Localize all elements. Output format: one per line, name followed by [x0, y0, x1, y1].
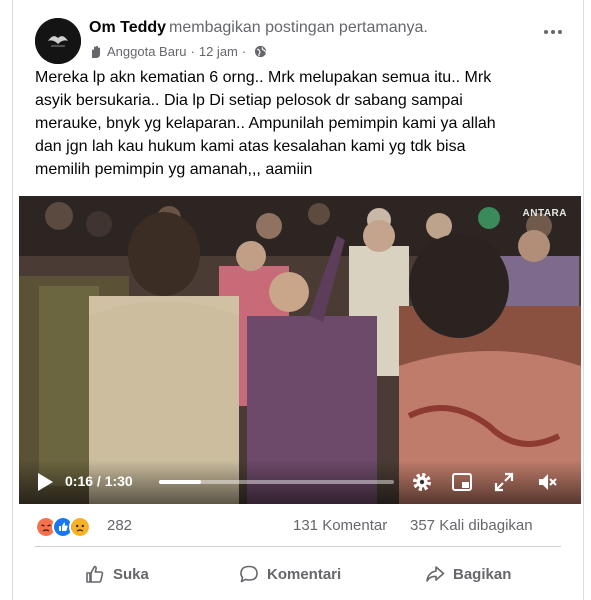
member-badge-label[interactable]: Anggota Baru	[107, 44, 187, 59]
share-label: Bagikan	[453, 565, 512, 583]
comments-count[interactable]: 131 Komentar	[293, 517, 387, 534]
share-arrow-icon	[426, 566, 445, 582]
video-frame	[19, 196, 581, 504]
globe-icon	[255, 45, 267, 58]
video-watermark: ANTARA	[522, 208, 567, 219]
miniplayer-icon[interactable]	[451, 471, 473, 493]
new-member-badge-icon	[92, 45, 100, 58]
settings-gear-icon[interactable]	[411, 471, 433, 493]
author-line: Om Teddy membagikan postingan pertamanya.	[89, 19, 428, 37]
video-time: 0:16 / 1:30	[65, 473, 133, 489]
video-controls: 0:16 / 1:30	[19, 460, 581, 504]
reaction-icons[interactable]	[35, 516, 91, 538]
divider	[35, 546, 561, 547]
video-progress-bar[interactable]	[159, 480, 394, 484]
share-button[interactable]: Bagikan	[425, 560, 511, 588]
video-progress-fill	[159, 480, 201, 484]
comment-label: Komentari	[267, 565, 342, 583]
fullscreen-icon[interactable]	[493, 471, 515, 493]
play-icon[interactable]	[36, 472, 54, 492]
reaction-count[interactable]: 282	[107, 517, 132, 534]
meta-separator-2: ·	[241, 44, 247, 59]
comment-button[interactable]: Komentari	[239, 560, 341, 588]
post-stats: 282 131 Komentar 357 Kali dibagikan	[13, 510, 583, 542]
shares-count[interactable]: 357 Kali dibagikan	[410, 517, 533, 534]
avatar-image	[35, 18, 81, 64]
post-header: Om Teddy membagikan postingan pertamanya.…	[13, 0, 583, 70]
thumbs-up-icon	[86, 565, 104, 583]
comment-bubble-icon	[240, 565, 258, 583]
more-options-button[interactable]	[537, 20, 569, 44]
dot-icon	[551, 30, 555, 34]
dot-icon	[558, 30, 562, 34]
sad-reaction-icon	[69, 516, 91, 538]
post-actions: Suka Komentari Bagikan	[13, 554, 583, 594]
post-card: Om Teddy membagikan postingan pertamanya.…	[12, 0, 584, 600]
avatar[interactable]	[35, 18, 81, 64]
post-time[interactable]: 12 jam	[199, 44, 238, 59]
post-text: Mereka lp akn kematian 6 orng.. Mrk melu…	[35, 69, 496, 178]
mute-icon[interactable]	[536, 471, 558, 493]
post-action-text: membagikan postingan pertamanya.	[169, 19, 428, 36]
author-name[interactable]: Om Teddy	[89, 19, 166, 36]
like-label: Suka	[113, 565, 149, 583]
meta-separator: ·	[190, 44, 195, 59]
like-button[interactable]: Suka	[85, 560, 149, 588]
video-player[interactable]: ANTARA 0:16 / 1:30	[19, 196, 581, 504]
post-meta: Anggota Baru · 12 jam ·	[89, 44, 267, 59]
dot-icon	[544, 30, 548, 34]
